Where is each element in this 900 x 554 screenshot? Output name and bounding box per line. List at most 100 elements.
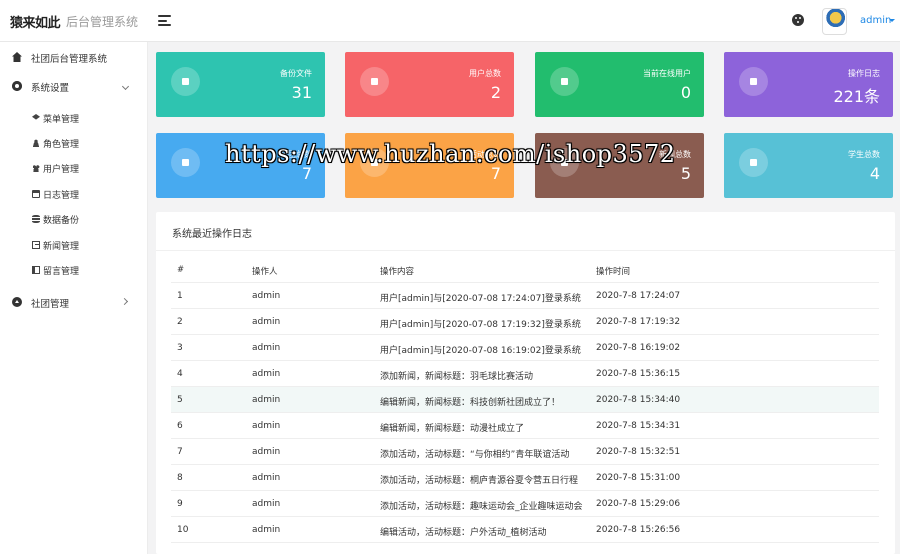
row-index: 9 bbox=[177, 499, 183, 509]
table-row[interactable]: 7 admin 添加活动，活动标题：“与你相约”青年联谊活动 2020-7-8 15:… bbox=[171, 439, 879, 465]
row-time: 2020-7-8 16:19:02 bbox=[596, 343, 681, 353]
menu-toggle-icon[interactable] bbox=[158, 15, 171, 26]
card-value: 0 bbox=[680, 83, 691, 102]
row-time: 2020-7-8 15:34:31 bbox=[596, 421, 681, 431]
divider bbox=[156, 250, 895, 251]
calendar-icon bbox=[32, 190, 40, 198]
stat-card-user-count[interactable]: 用户总数 2 bbox=[345, 52, 514, 117]
table-row[interactable]: 5 admin 编辑新闻，新闻标题：科技创新社团成立了！ 2020-7-8 15:34… bbox=[171, 387, 879, 413]
card-title: 用户总数 bbox=[469, 69, 501, 78]
calendar-icon bbox=[739, 67, 768, 96]
row-operator: admin bbox=[252, 499, 281, 509]
row-operator: admin bbox=[252, 343, 281, 353]
row-index: 3 bbox=[177, 343, 183, 353]
stat-card-student-count[interactable]: 学生总数 4 bbox=[724, 133, 893, 198]
sidebar-item-label: 系统设置 bbox=[31, 83, 70, 94]
row-operator: admin bbox=[252, 291, 281, 301]
table-row[interactable]: 6 admin 编辑新闻，新闻标题：动漫社成立了 2020-7-8 15:34:31 bbox=[171, 413, 879, 439]
row-content: 用户[admin]与[2020-07-08 17:19:32]登录系统 bbox=[380, 320, 581, 330]
sidebar-item-log-management[interactable]: 日志管理 bbox=[0, 183, 148, 205]
sidebar-item-label: 用户管理 bbox=[43, 165, 80, 175]
sidebar-item-news-management[interactable]: 新闻管理 bbox=[0, 234, 148, 256]
row-time: 2020-7-8 15:34:40 bbox=[596, 395, 681, 405]
sidebar-item-role-management[interactable]: 角色管理 bbox=[0, 132, 148, 154]
row-content: 添加新闻，新闻标题：羽毛球比赛活动 bbox=[380, 372, 534, 382]
sidebar-item-label: 新闻管理 bbox=[43, 242, 80, 252]
column-header: # bbox=[177, 265, 185, 275]
sidebar: 社团后台管理系统 系统设置 菜单管理 角色管理 用户管理 日志管理 数据备份 新… bbox=[0, 42, 148, 554]
stat-card-activity-count[interactable]: 活动总数 7 bbox=[345, 133, 514, 198]
row-content: 编辑活动，活动标题：户外活动_植树活动 bbox=[380, 528, 547, 538]
stat-card-club-count[interactable]: 社团总数 7 bbox=[156, 133, 325, 198]
row-operator: admin bbox=[252, 447, 281, 457]
row-content: 添加活动，活动标题：趣味运动会_企业趣味运动会 bbox=[380, 502, 583, 512]
sidebar-item-menu-management[interactable]: 菜单管理 bbox=[0, 107, 148, 129]
table-row[interactable]: 4 admin 添加新闻，新闻标题：羽毛球比赛活动 2020-7-8 15:36:15 bbox=[171, 361, 879, 387]
operation-log-panel: 系统最近操作日志 # 操作人 操作内容 操作时间 1 admin 用户[admin]… bbox=[156, 212, 895, 554]
stat-card-operation-logs[interactable]: 操作日志 221条 bbox=[724, 52, 893, 117]
student-icon bbox=[739, 148, 768, 177]
row-content: 用户[admin]与[2020-07-08 17:24:07]登录系统 bbox=[380, 294, 581, 304]
sidebar-item-system-settings[interactable]: 系统设置 bbox=[0, 75, 148, 97]
stat-card-backup-files[interactable]: 备份文件 31 bbox=[156, 52, 325, 117]
database-icon bbox=[32, 215, 40, 223]
row-index: 7 bbox=[177, 447, 183, 457]
card-value: 7 bbox=[301, 164, 312, 183]
row-time: 2020-7-8 15:26:56 bbox=[596, 525, 681, 535]
card-title: 备份文件 bbox=[280, 69, 312, 78]
sidebar-item-label: 菜单管理 bbox=[43, 115, 80, 125]
table-row[interactable]: 9 admin 添加活动，活动标题：趣味运动会_企业趣味运动会 2020-7-8 15… bbox=[171, 491, 879, 517]
row-index: 5 bbox=[177, 395, 183, 405]
table-row[interactable]: 10 admin 编辑活动，活动标题：户外活动_植树活动 2020-7-8 15:26… bbox=[171, 517, 879, 543]
card-value: 5 bbox=[680, 164, 691, 183]
card-value: 4 bbox=[869, 164, 880, 183]
sidebar-item-label: 数据备份 bbox=[43, 216, 80, 226]
card-title: 学生总数 bbox=[848, 150, 880, 159]
flag-icon bbox=[360, 148, 389, 177]
sidebar-item-data-backup[interactable]: 数据备份 bbox=[0, 208, 148, 230]
table-row[interactable]: 2 admin 用户[admin]与[2020-07-08 17:19:32]登录系… bbox=[171, 309, 879, 335]
row-operator: admin bbox=[252, 525, 281, 535]
row-time: 2020-7-8 17:19:32 bbox=[596, 317, 681, 327]
stat-card-news-count[interactable]: 新闻总数 5 bbox=[535, 133, 704, 198]
brand-logo: 猿来如此 bbox=[10, 15, 61, 31]
brand[interactable]: 猿来如此 后台管理系统 bbox=[0, 0, 148, 42]
row-operator: admin bbox=[252, 317, 281, 327]
row-index: 6 bbox=[177, 421, 183, 431]
card-value: 2 bbox=[490, 83, 501, 102]
stat-card-online-users[interactable]: 当前在线用户 0 bbox=[535, 52, 704, 117]
gear-icon bbox=[12, 81, 22, 91]
theme-palette-icon[interactable] bbox=[792, 14, 804, 26]
row-time: 2020-7-8 15:31:00 bbox=[596, 473, 681, 483]
sidebar-item-home[interactable]: 社团后台管理系统 bbox=[0, 46, 148, 68]
home-icon bbox=[171, 148, 200, 177]
card-value: 7 bbox=[490, 164, 501, 183]
table-row[interactable]: 1 admin 用户[admin]与[2020-07-08 17:24:07]登录系… bbox=[171, 283, 879, 309]
sidebar-item-user-management[interactable]: 用户管理 bbox=[0, 157, 148, 179]
newspaper-icon bbox=[32, 241, 40, 249]
row-time: 2020-7-8 15:36:15 bbox=[596, 369, 681, 379]
card-title: 活动总数 bbox=[469, 150, 501, 159]
avatar[interactable] bbox=[822, 8, 847, 35]
table-row[interactable]: 3 admin 用户[admin]与[2020-07-08 16:19:02]登录系… bbox=[171, 335, 879, 361]
row-content: 添加活动，活动标题：“与你相约”青年联谊活动 bbox=[380, 450, 570, 460]
column-header: 操作时间 bbox=[596, 267, 631, 277]
sidebar-item-club-management[interactable]: 社团管理 bbox=[0, 291, 148, 313]
sidebar-item-message-management[interactable]: 留言管理 bbox=[0, 259, 148, 281]
table-row[interactable]: 8 admin 添加活动，活动标题：桐庐青源谷夏令营五日行程 2020-7-8 15:… bbox=[171, 465, 879, 491]
card-title: 操作日志 bbox=[848, 69, 880, 78]
card-title: 新闻总数 bbox=[659, 150, 691, 159]
file-icon bbox=[171, 67, 200, 96]
row-index: 4 bbox=[177, 369, 183, 379]
row-operator: admin bbox=[252, 395, 281, 405]
row-operator: admin bbox=[252, 421, 281, 431]
row-content: 编辑新闻，新闻标题：动漫社成立了 bbox=[380, 424, 525, 434]
row-content: 用户[admin]与[2020-07-08 16:19:02]登录系统 bbox=[380, 346, 581, 356]
card-value: 31 bbox=[291, 83, 312, 102]
home-icon bbox=[12, 52, 22, 62]
column-header: 操作内容 bbox=[380, 267, 415, 277]
row-content: 添加活动，活动标题：桐庐青源谷夏令营五日行程 bbox=[380, 476, 579, 486]
row-content: 编辑新闻，新闻标题：科技创新社团成立了！ bbox=[380, 398, 561, 408]
user-menu[interactable]: admin bbox=[860, 15, 891, 26]
caret-down-icon[interactable] bbox=[889, 19, 895, 22]
